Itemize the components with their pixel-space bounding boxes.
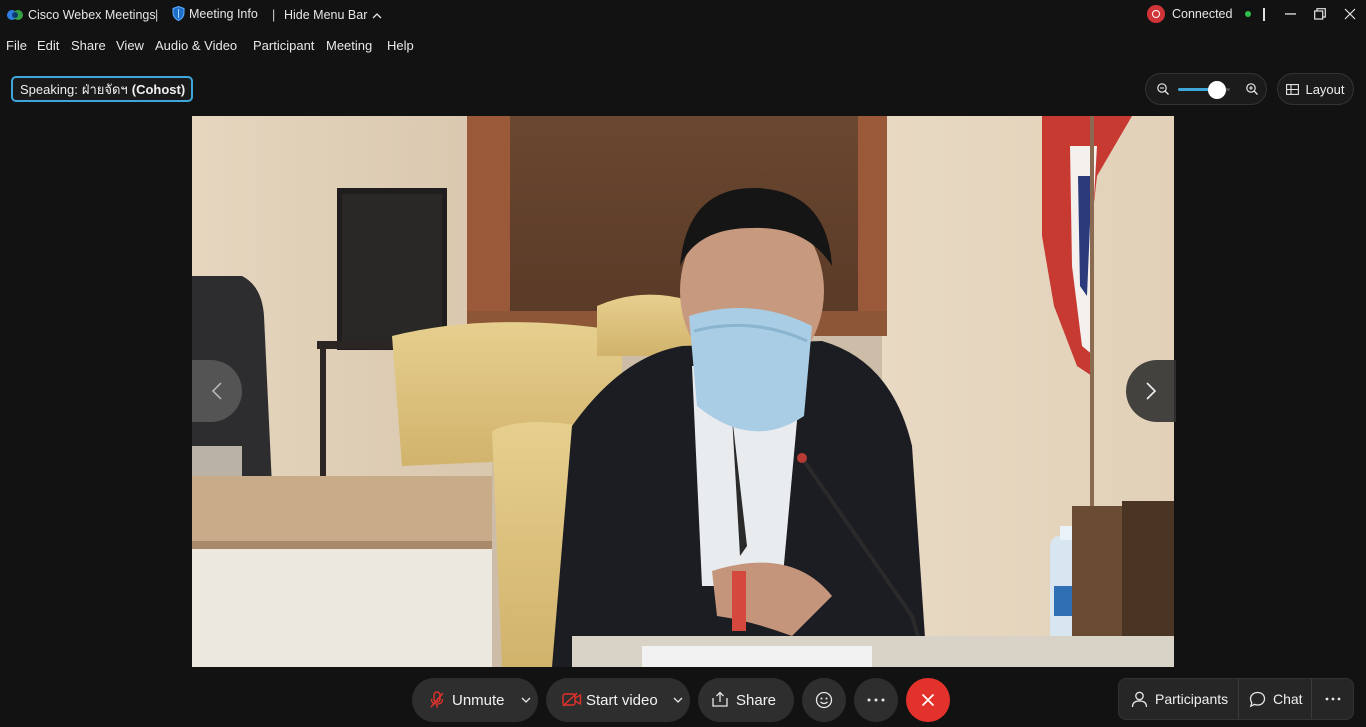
- more-panels-button[interactable]: [1325, 679, 1341, 719]
- more-options-button[interactable]: [854, 678, 898, 722]
- zoom-in-icon[interactable]: [1245, 82, 1259, 96]
- share-icon: [712, 691, 728, 707]
- participants-button[interactable]: Participants: [1131, 679, 1228, 719]
- zoom-out-icon[interactable]: [1156, 82, 1170, 96]
- start-video-label: Start video: [586, 692, 658, 709]
- zoom-slider-thumb[interactable]: [1208, 81, 1226, 99]
- chevron-up-icon: [372, 12, 382, 18]
- hide-menu-bar-button[interactable]: Hide Menu Bar: [284, 8, 382, 22]
- restore-button[interactable]: [1304, 0, 1336, 28]
- status-dot-icon: [1245, 11, 1252, 17]
- chat-label: Chat: [1273, 691, 1303, 707]
- connection-label: Connected: [1172, 7, 1233, 21]
- title-separator: |: [155, 8, 159, 22]
- unmute-button[interactable]: Unmute: [412, 678, 538, 722]
- leave-meeting-button[interactable]: [906, 678, 950, 722]
- chat-bubble-icon: [1249, 691, 1266, 707]
- meeting-info-button[interactable]: Meeting Info: [172, 6, 258, 21]
- menu-participant[interactable]: Participant: [253, 38, 314, 53]
- meeting-info-label: Meeting Info: [189, 6, 258, 21]
- menu-share[interactable]: Share: [71, 38, 106, 53]
- minimize-button[interactable]: [1274, 0, 1306, 28]
- app-title: Cisco Webex Meetings: [28, 8, 156, 22]
- share-button[interactable]: Share: [698, 678, 794, 722]
- reactions-button[interactable]: [802, 678, 846, 722]
- divider: [1311, 679, 1312, 719]
- menu-help[interactable]: Help: [387, 38, 414, 53]
- chat-button[interactable]: Chat: [1249, 679, 1303, 719]
- speaker-role: (Cohost): [131, 81, 186, 97]
- start-video-button[interactable]: Start video: [546, 678, 690, 722]
- chevron-down-icon[interactable]: [521, 697, 531, 703]
- title-divider: [1263, 8, 1265, 21]
- minimize-icon: [1284, 13, 1296, 15]
- chevron-left-icon: [211, 382, 222, 400]
- menu-edit[interactable]: Edit: [37, 38, 59, 53]
- title-bar: Cisco Webex Meetings | Meeting Info | Hi…: [0, 0, 1366, 30]
- zoom-slider[interactable]: [1178, 81, 1230, 99]
- close-icon: [1344, 8, 1356, 20]
- menu-file[interactable]: File: [6, 38, 27, 53]
- menu-meeting[interactable]: Meeting: [326, 38, 372, 53]
- more-dots-icon: [867, 698, 885, 702]
- shield-icon: [172, 6, 185, 21]
- layout-label: Layout: [1305, 81, 1345, 97]
- chevron-right-icon: [1146, 382, 1157, 400]
- webex-logo-icon: [7, 10, 23, 20]
- smiley-icon: [815, 691, 833, 709]
- muted-mic-icon: [430, 691, 444, 708]
- layout-grid-icon: [1286, 83, 1300, 95]
- close-icon: [921, 693, 935, 707]
- panel-buttons: Participants Chat: [1118, 678, 1354, 720]
- layout-button[interactable]: Layout: [1277, 73, 1354, 105]
- share-label: Share: [736, 692, 777, 709]
- divider: [1238, 679, 1239, 719]
- active-speaker-badge: Speaking: ฝ่ายจัดฯ (Cohost): [11, 76, 193, 102]
- chevron-down-icon[interactable]: [673, 697, 683, 703]
- participant-video-image: [192, 116, 1174, 667]
- recording-icon: [1147, 5, 1165, 23]
- video-off-icon: [562, 692, 582, 707]
- participants-label: Participants: [1155, 691, 1229, 707]
- person-icon: [1131, 691, 1148, 707]
- title-separator: |: [272, 8, 276, 22]
- unmute-label: Unmute: [452, 692, 505, 709]
- menu-view[interactable]: View: [116, 38, 144, 53]
- video-feed: [192, 116, 1174, 667]
- more-dots-icon: [1325, 697, 1341, 701]
- zoom-control: [1145, 73, 1267, 105]
- speaking-prefix: Speaking:: [20, 81, 78, 97]
- connection-status[interactable]: Connected: [1147, 5, 1252, 23]
- speaker-name: ฝ่ายจัดฯ: [81, 81, 128, 97]
- hide-menu-label: Hide Menu Bar: [284, 8, 368, 22]
- restore-icon: [1314, 8, 1326, 20]
- close-window-button[interactable]: [1334, 0, 1366, 28]
- menu-audio-video[interactable]: Audio & Video: [155, 38, 237, 53]
